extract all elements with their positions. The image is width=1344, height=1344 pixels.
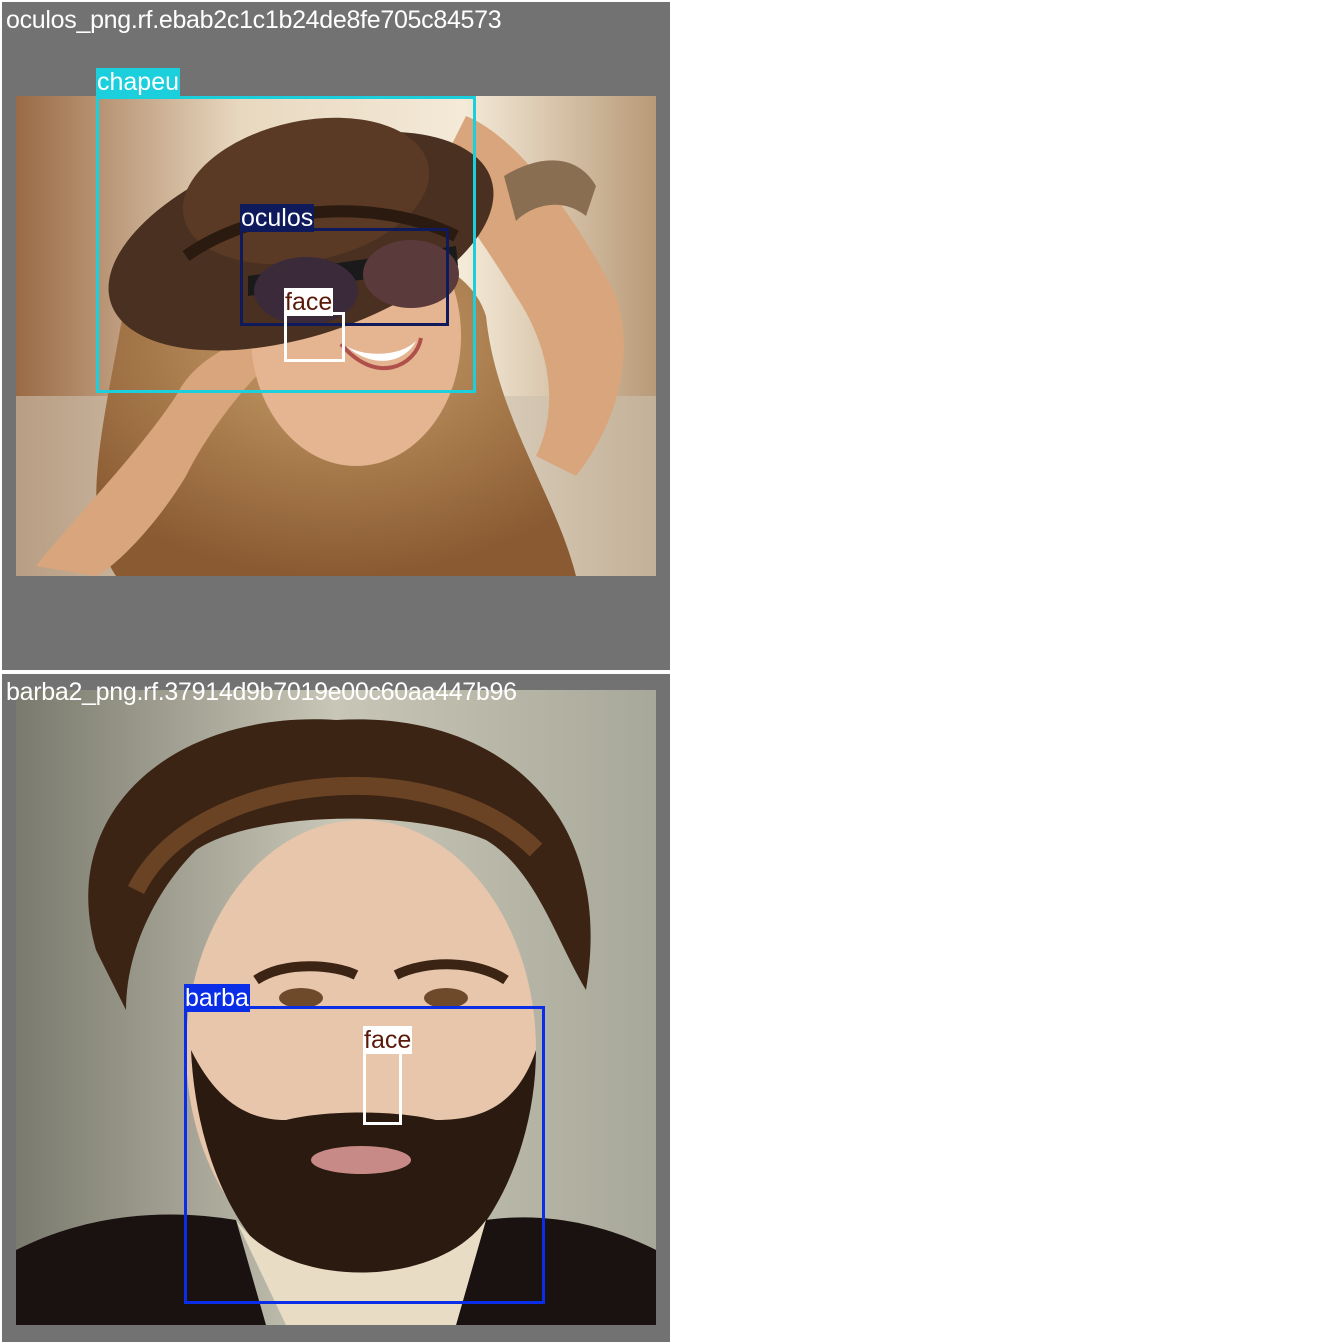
bounding-box-face <box>363 1050 402 1125</box>
image-filename: barba2_png.rf.37914d9b7019e00c60aa447b96 <box>6 678 517 706</box>
bounding-box-label: chapeu <box>96 68 181 96</box>
image-tile-1: oculos_png.rf.ebab2c1c1b24de8fe705c84573 <box>2 2 670 670</box>
bounding-box-label: oculos <box>240 204 315 232</box>
bounding-box-label: face <box>284 288 334 316</box>
bounding-box-label: barba <box>184 984 250 1012</box>
image-tile-2: barba2_png.rf.37914d9b7019e00c60aa447b96 <box>2 674 670 1342</box>
bounding-box-label: face <box>363 1026 413 1054</box>
bounding-box-face <box>284 312 345 362</box>
image-filename: oculos_png.rf.ebab2c1c1b24de8fe705c84573 <box>6 6 502 34</box>
